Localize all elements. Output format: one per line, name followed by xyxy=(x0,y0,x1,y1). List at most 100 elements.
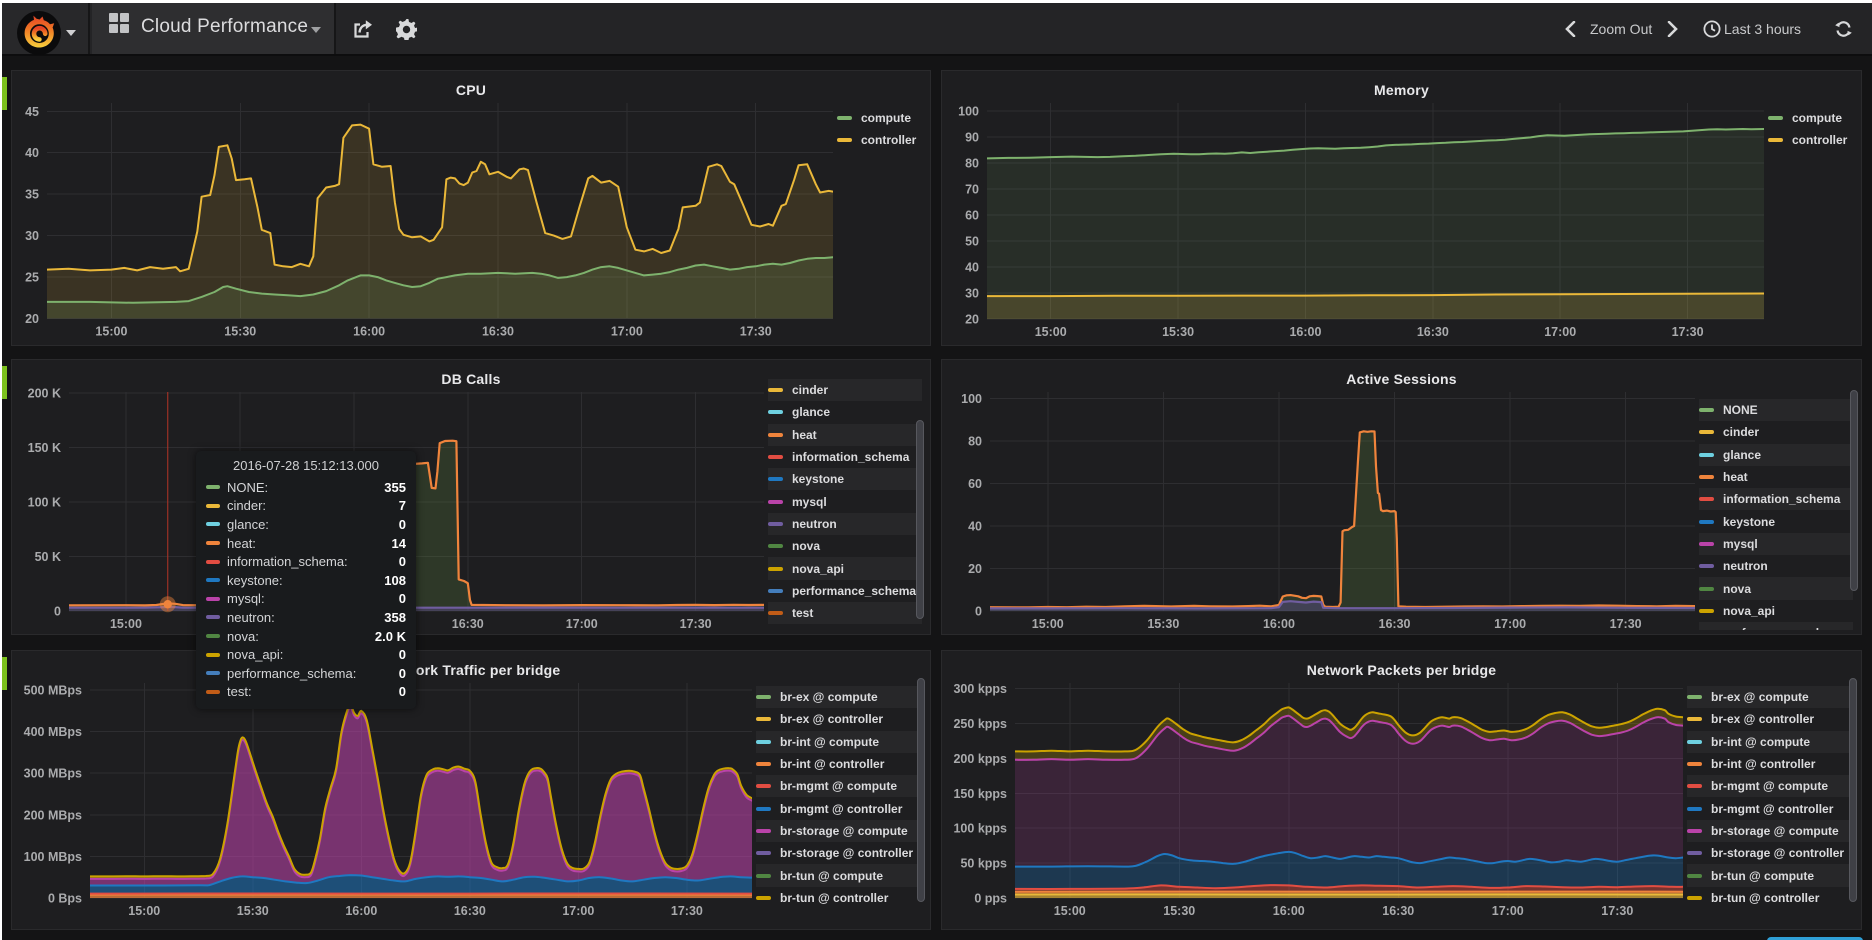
legend-item-br-mgmt-controller[interactable]: br-mgmt @ controller xyxy=(1687,797,1853,819)
legend-item-controller[interactable]: controller xyxy=(1768,129,1857,151)
legend-series-color-dash-icon xyxy=(768,611,783,615)
legend-item-information-schema[interactable]: information_schema xyxy=(768,446,922,468)
legend-item-compute[interactable]: compute xyxy=(1768,107,1857,129)
row-controls-tab-2[interactable] xyxy=(2,366,7,399)
legend-series-color-dash-icon xyxy=(1699,497,1714,501)
row-controls-tab-1[interactable] xyxy=(2,77,7,110)
tooltip-series-value: 0 xyxy=(399,684,406,699)
refresh-icon[interactable] xyxy=(1834,20,1853,38)
x-axis-tick-label: 16:00 xyxy=(1273,904,1305,918)
share-icon[interactable] xyxy=(352,19,374,39)
legend-item-br-tun-compute[interactable]: br-tun @ compute xyxy=(756,864,922,886)
legend-item-br-tun-controller[interactable]: br-tun @ controller xyxy=(1687,887,1853,909)
legend-scrollbar-packets[interactable] xyxy=(1849,678,1857,902)
legend-item-br-storage-compute[interactable]: br-storage @ compute xyxy=(1687,820,1853,842)
legend-item-performance-schema[interactable]: performance_schema xyxy=(1699,622,1853,630)
legend-item-br-mgmt-controller[interactable]: br-mgmt @ controller xyxy=(756,797,922,819)
hovered-point xyxy=(164,600,172,608)
row-controls-tab-3[interactable] xyxy=(2,657,7,690)
dashboard-title: Cloud Performance xyxy=(141,16,308,38)
legend-item-br-storage-compute[interactable]: br-storage @ compute xyxy=(756,820,922,842)
legend-item-mysql[interactable]: mysql xyxy=(768,490,922,512)
legend-item-br-tun-compute[interactable]: br-tun @ compute xyxy=(1687,864,1853,886)
grafana-logo-icon xyxy=(16,10,62,56)
legend-item-performance-schema[interactable]: performance_schema xyxy=(768,580,922,602)
legend-scrollbar-db[interactable] xyxy=(916,420,924,619)
legend-item-neutron[interactable]: neutron xyxy=(768,513,922,535)
y-axis-tick-label: 300 kpps xyxy=(953,682,1007,696)
legend-series-label: br-int @ controller xyxy=(780,757,884,771)
legend-series-color-dash-icon xyxy=(1687,717,1702,721)
legend-item-nova[interactable]: nova xyxy=(768,535,922,557)
tooltip-series-row: nova_api:0 xyxy=(206,645,406,664)
legend-item-nova-api[interactable]: nova_api xyxy=(1699,600,1853,622)
tooltip-series-color-dash-icon xyxy=(206,578,220,582)
legend-item-information-schema[interactable]: information_schema xyxy=(1699,488,1853,510)
legend-series-color-dash-icon xyxy=(1699,564,1714,568)
legend-item-nova-api[interactable]: nova_api xyxy=(768,557,922,579)
legend-item-test[interactable]: test xyxy=(768,602,922,624)
legend-item-br-int-controller[interactable]: br-int @ controller xyxy=(756,753,922,775)
legend-series-label: compute xyxy=(1792,111,1842,125)
legend-item-br-int-compute[interactable]: br-int @ compute xyxy=(1687,731,1853,753)
tooltip-series-value: 0 xyxy=(399,647,406,662)
legend-series-label: keystone xyxy=(1723,515,1775,529)
legend-item-br-int-compute[interactable]: br-int @ compute xyxy=(756,731,922,753)
x-axis-tick-label: 17:00 xyxy=(1492,904,1524,918)
legend-scrollbar-sessions[interactable] xyxy=(1850,390,1858,591)
dashboard-picker[interactable]: Cloud Performance xyxy=(92,3,336,54)
legend-item-nova[interactable]: nova xyxy=(1699,577,1853,599)
legend-series-color-dash-icon xyxy=(1687,695,1702,699)
legend-item-heat[interactable]: heat xyxy=(768,424,922,446)
legend-series-color-dash-icon xyxy=(1768,116,1783,120)
legend-item-keystone[interactable]: keystone xyxy=(1699,510,1853,532)
time-range-picker[interactable]: Last 3 hours xyxy=(1724,21,1801,37)
legend-item-br-ex-compute[interactable]: br-ex @ compute xyxy=(1687,686,1853,708)
legend-series-label: br-tun @ compute xyxy=(1711,869,1814,883)
chart-cpu[interactable]: 20253035404515:0015:3016:0016:3017:0017:… xyxy=(12,71,930,345)
y-axis-tick-label: 30 xyxy=(965,286,979,300)
legend-item-br-ex-controller[interactable]: br-ex @ controller xyxy=(756,708,922,730)
chevron-right-icon[interactable] xyxy=(1667,21,1679,37)
legend-item-mysql[interactable]: mysql xyxy=(1699,533,1853,555)
legend-item-br-mgmt-compute[interactable]: br-mgmt @ compute xyxy=(1687,775,1853,797)
legend-series-color-dash-icon xyxy=(768,388,783,392)
grafana-menu-button[interactable] xyxy=(2,3,90,54)
legend-series-color-dash-icon xyxy=(1687,740,1702,744)
y-axis-tick-label: 300 MBps xyxy=(24,767,82,781)
legend-item-cinder[interactable]: cinder xyxy=(1699,421,1853,443)
legend-series-label: heat xyxy=(792,428,817,442)
tooltip-series-color-dash-icon xyxy=(206,504,220,508)
legend-series-label: nova_api xyxy=(792,562,844,576)
y-axis-tick-label: 0 Bps xyxy=(48,892,82,906)
legend-item-NONE[interactable]: NONE xyxy=(1699,399,1853,421)
legend-item-compute[interactable]: compute xyxy=(837,107,926,129)
legend-item-heat[interactable]: heat xyxy=(1699,466,1853,488)
zoom-out-button[interactable]: Zoom Out xyxy=(1590,21,1652,37)
tooltip-series-value: 0 xyxy=(399,591,406,606)
legend-item-neutron[interactable]: neutron xyxy=(1699,555,1853,577)
x-axis-tick-label: 16:00 xyxy=(353,325,385,339)
legend-series-color-dash-icon xyxy=(1687,762,1702,766)
legend-item-cinder[interactable]: cinder xyxy=(768,379,922,401)
legend-item-br-storage-controller[interactable]: br-storage @ controller xyxy=(1687,842,1853,864)
legend-item-br-ex-compute[interactable]: br-ex @ compute xyxy=(756,686,922,708)
gear-icon[interactable] xyxy=(396,19,417,40)
legend-item-br-tun-controller[interactable]: br-tun @ controller xyxy=(756,887,922,909)
legend-item-br-int-controller[interactable]: br-int @ controller xyxy=(1687,753,1853,775)
legend-series-label: mysql xyxy=(1723,537,1758,551)
legend-series-label: nova xyxy=(1723,582,1751,596)
legend-item-keystone[interactable]: keystone xyxy=(768,468,922,490)
legend-series-color-dash-icon xyxy=(768,544,783,548)
legend-item-controller[interactable]: controller xyxy=(837,129,926,151)
legend-item-glance[interactable]: glance xyxy=(768,401,922,423)
legend-item-br-mgmt-compute[interactable]: br-mgmt @ compute xyxy=(756,775,922,797)
chevron-left-icon[interactable] xyxy=(1564,21,1576,37)
tooltip-series-value: 108 xyxy=(384,573,406,588)
legend-item-glance[interactable]: glance xyxy=(1699,444,1853,466)
y-axis-tick-label: 60 xyxy=(965,208,979,222)
legend-scrollbar-traffic[interactable] xyxy=(917,678,925,902)
legend-item-br-ex-controller[interactable]: br-ex @ controller xyxy=(1687,708,1853,730)
chart-memory[interactable]: 203040506070809010015:0015:3016:0016:301… xyxy=(942,71,1861,345)
legend-item-br-storage-controller[interactable]: br-storage @ controller xyxy=(756,842,922,864)
